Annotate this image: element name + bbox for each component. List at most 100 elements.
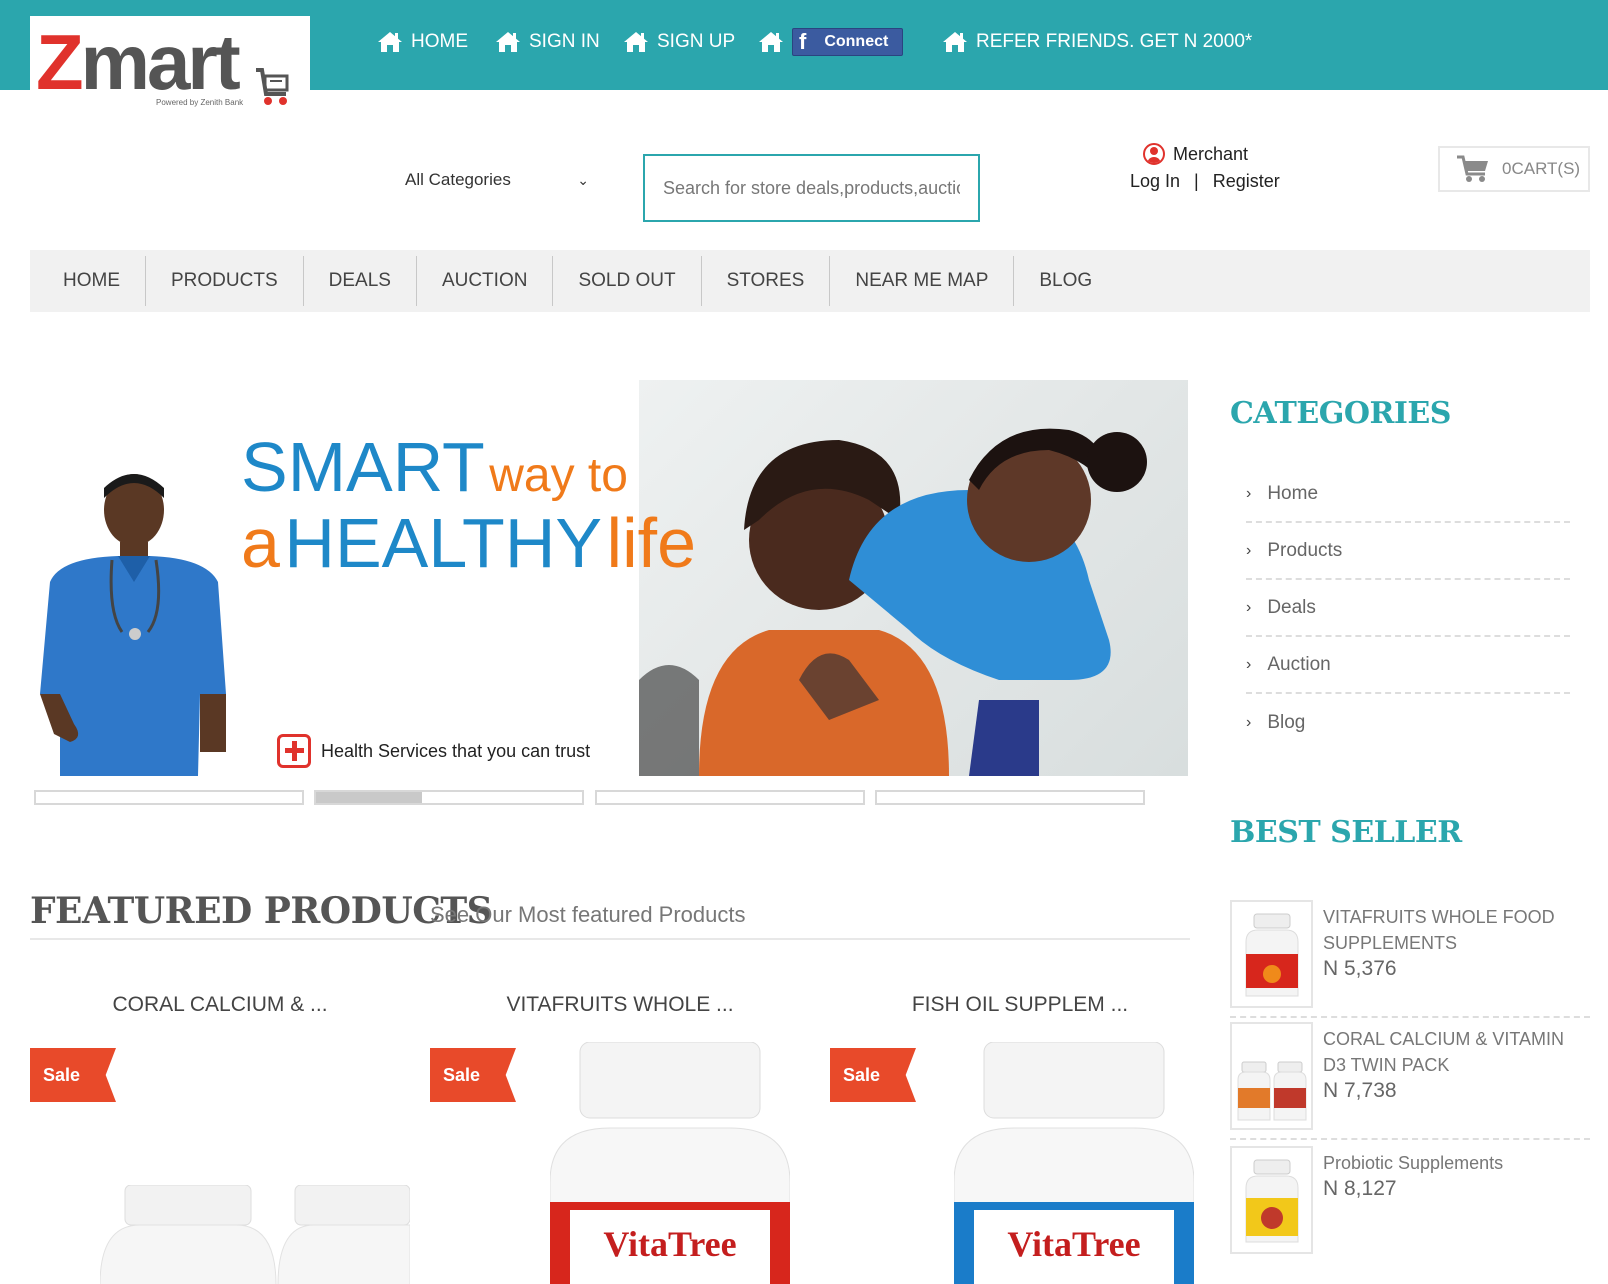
cart-button[interactable]: 0CART(S): [1438, 146, 1590, 192]
product-card[interactable]: CORAL CALCIUM & ... Sale: [30, 990, 410, 1284]
top-nav-refer-label: REFER FRIENDS. GET N 2000*: [976, 31, 1253, 52]
brand-text: VitaTree: [603, 1224, 736, 1264]
chevron-right-icon: ›: [1246, 598, 1252, 616]
home-icon: [496, 32, 520, 52]
probiotic-bottle-icon: [1245, 1159, 1299, 1243]
chevron-right-icon: ›: [1246, 655, 1252, 673]
top-nav-sign-up-label: SIGN UP: [657, 31, 736, 52]
best-seller-price: N 7,738: [1323, 1079, 1397, 1102]
register-link[interactable]: Register: [1213, 171, 1280, 192]
category-item-label: Products: [1267, 539, 1343, 561]
banner-word-life: life: [606, 504, 696, 582]
best-seller-name: VITAFRUITS WHOLE FOOD SUPPLEMENTS: [1323, 907, 1555, 953]
banner-trust-line: Health Services that you can trust: [277, 734, 590, 768]
top-nav-refer[interactable]: REFER FRIENDS. GET N 2000*: [942, 28, 1252, 56]
main-nav-near-me-map[interactable]: NEAR ME MAP: [830, 256, 1015, 306]
categories-title: CATEGORIES: [1230, 396, 1451, 431]
main-nav-products[interactable]: PRODUCTS: [146, 256, 304, 306]
slide-indicator-2[interactable]: [314, 790, 584, 805]
search-input[interactable]: [643, 154, 980, 222]
banner-word-a: a: [241, 504, 280, 582]
slide-indicator-3[interactable]: [595, 790, 865, 805]
category-item-home[interactable]: › Home: [1246, 466, 1570, 523]
chevron-right-icon: ›: [1246, 541, 1252, 559]
home-icon: [624, 32, 648, 52]
home-icon: [943, 32, 967, 52]
category-item-label: Auction: [1267, 653, 1331, 675]
slide-indicator-4[interactable]: [875, 790, 1145, 805]
best-seller-item[interactable]: CORAL CALCIUM & VITAMIN D3 TWIN PACK N 7…: [1230, 1022, 1590, 1140]
category-item-label: Blog: [1267, 711, 1306, 733]
merchant-link[interactable]: Merchant: [1143, 143, 1248, 165]
featured-divider: [30, 938, 1190, 940]
slide-indicator-2-fill: [316, 792, 423, 803]
top-nav-home[interactable]: HOME: [377, 28, 468, 56]
best-seller-thumbnail: [1230, 1022, 1313, 1130]
category-item-products[interactable]: › Products: [1246, 523, 1570, 580]
chevron-right-icon: ›: [1246, 484, 1252, 502]
hero-banner[interactable]: SMART way to a HEALTHY life Health Servi…: [30, 380, 1188, 776]
best-seller-thumbnail: [1230, 900, 1313, 1008]
top-nav-sign-up[interactable]: SIGN UP: [623, 28, 735, 56]
banner-word-healthy: HEALTHY: [284, 504, 603, 582]
facebook-connect-button[interactable]: f Connect: [792, 28, 904, 56]
brand-text: VitaTree: [1007, 1224, 1140, 1264]
product-image-vitafruits: VitaTree: [550, 1042, 790, 1284]
category-item-blog[interactable]: › Blog: [1246, 694, 1570, 751]
banner-headline-line2: a HEALTHY life: [241, 508, 696, 578]
zmart-logo[interactable]: Zmart Powered by Zenith Bank: [30, 16, 310, 112]
cart-label: 0CART(S): [1502, 159, 1581, 178]
main-nav-stores[interactable]: STORES: [702, 256, 831, 306]
top-nav-facebook[interactable]: f Connect: [758, 28, 904, 56]
logo-tagline: Powered by Zenith Bank: [156, 98, 244, 107]
product-card[interactable]: VITAFRUITS WHOLE ... Sale VitaTree: [430, 990, 810, 1284]
auth-links: Log In | Register: [1130, 171, 1280, 192]
banner-slider-indicators: [34, 790, 1145, 806]
main-nav-home[interactable]: HOME: [30, 256, 146, 306]
product-image-fish-oil: VitaTree: [954, 1042, 1194, 1284]
cart-icon: [1457, 155, 1488, 182]
top-nav-sign-in[interactable]: SIGN IN: [495, 28, 600, 56]
login-link[interactable]: Log In: [1130, 171, 1180, 192]
main-nav-blog[interactable]: BLOG: [1014, 256, 1117, 306]
featured-products-title: FEATURED PRODUCTS: [30, 890, 493, 932]
main-nav-deals[interactable]: DEALS: [304, 256, 417, 306]
category-select[interactable]: All Categories ⌄: [405, 165, 595, 195]
categories-list: › Home › Products › Deals › Auction › Blog: [1246, 466, 1570, 751]
coral-calcium-bottles-icon: [1237, 1061, 1307, 1121]
slide-indicator-1[interactable]: [34, 790, 304, 805]
top-nav-sign-in-label: SIGN IN: [529, 31, 600, 52]
home-icon: [378, 32, 402, 52]
best-seller-item[interactable]: VITAFRUITS WHOLE FOOD SUPPLEMENTS N 5,37…: [1230, 900, 1590, 1018]
best-seller-title: BEST SELLER: [1230, 815, 1462, 850]
banner-photo-nurse-patient: [639, 380, 1188, 776]
category-item-auction[interactable]: › Auction: [1246, 637, 1570, 694]
chevron-down-icon: ⌄: [577, 171, 589, 188]
best-seller-item[interactable]: Probiotic Supplements N 8,127: [1230, 1146, 1590, 1264]
category-select-value: All Categories: [405, 170, 511, 189]
best-seller-price: N 8,127: [1323, 1177, 1397, 1200]
banner-trust-text: Health Services that you can trust: [321, 740, 591, 761]
main-nav: HOME PRODUCTS DEALS AUCTION SOLD OUT STO…: [30, 250, 1590, 312]
home-icon: [759, 32, 783, 52]
product-card[interactable]: FISH OIL SUPPLEM ... Sale VitaTree: [830, 990, 1210, 1284]
main-nav-auction[interactable]: AUCTION: [417, 256, 554, 306]
banner-headline-line1: SMART way to: [241, 432, 628, 502]
banner-word-way-to: way to: [489, 449, 628, 502]
category-item-label: Home: [1267, 482, 1319, 504]
sale-badge: Sale: [830, 1048, 916, 1102]
logo-cart-icon: [256, 68, 289, 105]
best-seller-price: N 5,376: [1323, 957, 1397, 980]
banner-word-smart: SMART: [241, 428, 485, 506]
category-item-deals[interactable]: › Deals: [1246, 580, 1570, 637]
main-nav-sold-out[interactable]: SOLD OUT: [553, 256, 702, 306]
product-name[interactable]: VITAFRUITS WHOLE ...: [430, 993, 810, 1017]
product-name[interactable]: FISH OIL SUPPLEM ...: [830, 993, 1210, 1017]
sale-badge: Sale: [30, 1048, 116, 1102]
best-seller-thumbnail: [1230, 1146, 1313, 1254]
product-image-coral-calcium: [100, 1185, 410, 1284]
vitafruits-bottle-icon: [1245, 913, 1299, 997]
product-name[interactable]: CORAL CALCIUM & ...: [30, 993, 410, 1017]
facebook-connect-label: Connect: [824, 33, 889, 50]
best-seller-name: CORAL CALCIUM & VITAMIN D3 TWIN PACK: [1323, 1029, 1565, 1075]
